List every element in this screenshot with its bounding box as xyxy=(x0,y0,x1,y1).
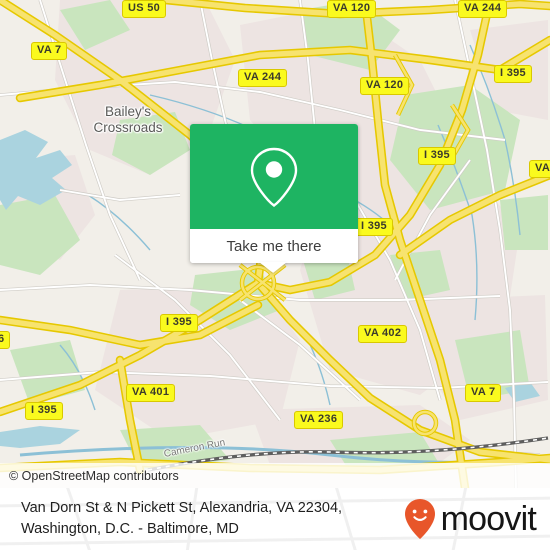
card-footer[interactable]: Take me there xyxy=(190,229,358,263)
shield-i-395-1: I 395 xyxy=(494,65,532,83)
map-pin-icon xyxy=(250,147,298,207)
address-line-2: Washington, D.C. - Baltimore, MD xyxy=(21,521,239,537)
shield-va-402: VA 402 xyxy=(358,325,408,343)
shield-va-236: VA 236 xyxy=(294,411,344,429)
moovit-logo[interactable]: moovit xyxy=(404,498,537,540)
address-line-1: Van Dorn St & N Pickett St, Alexandria, … xyxy=(21,500,343,516)
shield-i-395-5: I 395 xyxy=(25,402,63,420)
shield-i-395-4: I 395 xyxy=(160,314,198,332)
card-header xyxy=(190,124,358,229)
place-label-baileys-crossroads: Bailey's Crossroads xyxy=(78,104,178,136)
shield-us-50: US 50 xyxy=(122,0,167,18)
moovit-smiley-pin-icon xyxy=(404,499,435,539)
take-me-there-card[interactable]: Take me there xyxy=(190,124,358,263)
card-pointer-triangle xyxy=(259,262,287,273)
place-label-line2: Crossroads xyxy=(93,120,163,135)
screenshot-root: Bailey's Crossroads Cameron Run US 50 VA … xyxy=(0,0,550,550)
moovit-wordmark: moovit xyxy=(440,500,537,538)
shield-i-395-2: I 395 xyxy=(418,147,456,165)
place-label-line1: Bailey's xyxy=(104,104,152,119)
shield-va-edge: VA xyxy=(529,160,550,178)
page-footer: Van Dorn St & N Pickett St, Alexandria, … xyxy=(0,488,550,550)
shield-6-edge: 6 xyxy=(0,331,11,349)
take-me-there-label: Take me there xyxy=(226,237,322,255)
shield-va-120-1: VA 120 xyxy=(327,0,377,18)
map-attribution-bar: © OpenStreetMap contributors xyxy=(0,463,550,488)
address-text: Van Dorn St & N Pickett St, Alexandria, … xyxy=(0,498,342,540)
shield-va-120-2: VA 120 xyxy=(360,77,410,95)
shield-va-7-2: VA 7 xyxy=(465,384,502,402)
shield-va-7-1: VA 7 xyxy=(31,42,68,60)
shield-va-244-2: VA 244 xyxy=(238,69,288,87)
shield-va-401: VA 401 xyxy=(126,384,176,402)
shield-i-395-3: I 395 xyxy=(355,218,393,236)
osm-attribution-text[interactable]: © OpenStreetMap contributors xyxy=(0,469,179,483)
shield-va-244-1: VA 244 xyxy=(458,0,508,18)
map-canvas[interactable]: Bailey's Crossroads Cameron Run US 50 VA … xyxy=(0,0,550,488)
